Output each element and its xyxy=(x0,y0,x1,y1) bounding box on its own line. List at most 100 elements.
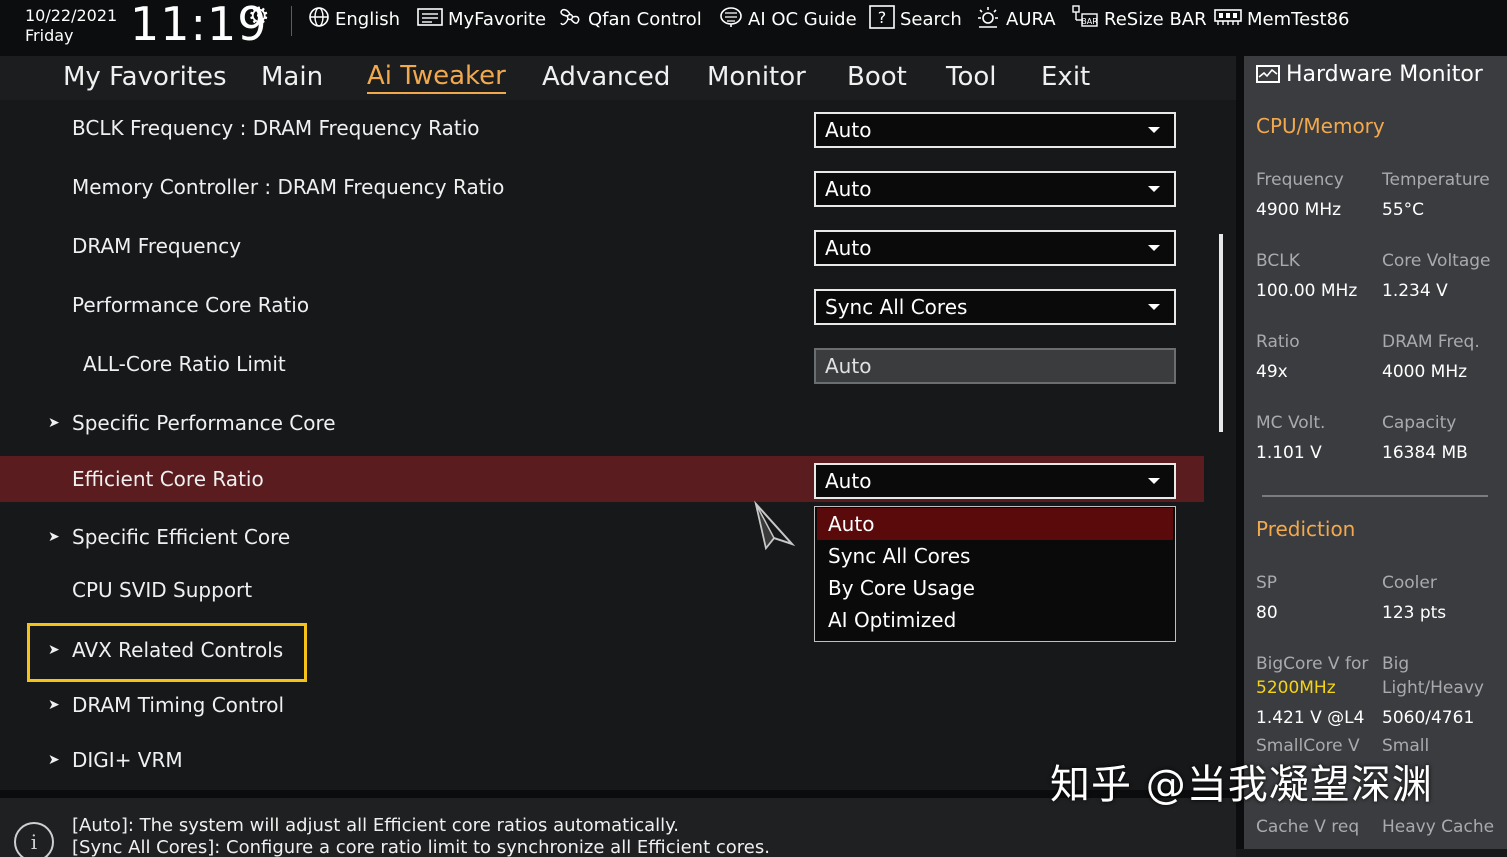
help-text-line: [Auto]: The system will adjust all Effic… xyxy=(72,815,679,836)
hw-value: 55°C xyxy=(1382,200,1425,220)
resize-bar-label: ReSize BAR xyxy=(1104,8,1207,30)
section-divider xyxy=(1262,495,1488,497)
dropdown-value: Auto xyxy=(825,118,872,142)
clock-time: 11:19 xyxy=(130,0,268,51)
setting-row-performance-core-ratio[interactable]: Performance Core Ratio Sync All Cores xyxy=(0,282,1204,328)
gear-icon[interactable]: ⚙ xyxy=(248,2,270,30)
field-value: Auto xyxy=(825,354,872,378)
hw-label: Frequency xyxy=(1256,170,1344,190)
search-label: Search xyxy=(900,8,962,30)
hw-highlight-value: 5200MHz xyxy=(1256,678,1336,698)
submenu-label: DIGI+ VRM xyxy=(72,748,183,772)
all-core-ratio-limit-field[interactable]: Auto xyxy=(814,348,1176,384)
ai-oc-guide-label: AI OC Guide xyxy=(748,8,857,30)
dropdown-option-auto[interactable]: Auto xyxy=(817,508,1173,540)
bclk-dram-ratio-dropdown[interactable]: Auto xyxy=(814,112,1176,148)
setting-row-dram-frequency[interactable]: DRAM Frequency Auto xyxy=(0,223,1204,269)
ai-brain-icon xyxy=(719,6,743,33)
qfan-control-button[interactable]: Qfan Control xyxy=(557,0,702,38)
language-button[interactable]: English xyxy=(308,0,400,38)
chevron-right-icon: ➤ xyxy=(48,752,60,768)
dropdown-value: Auto xyxy=(825,236,872,260)
dropdown-option-ai-optimized[interactable]: AI Optimized xyxy=(817,604,1173,636)
date-text: 10/22/2021 xyxy=(25,6,118,25)
hw-label: Ratio xyxy=(1256,332,1300,352)
chevron-down-icon xyxy=(1148,304,1160,310)
resize-bar-button[interactable]: BAR ReSize BAR xyxy=(1071,0,1207,38)
chevron-right-icon: ➤ xyxy=(48,529,60,545)
hw-value: 4900 MHz xyxy=(1256,200,1342,220)
tab-main[interactable]: Main xyxy=(261,60,323,94)
hw-value: 16384 MB xyxy=(1382,443,1468,463)
memtest-button[interactable]: MemTest86 xyxy=(1214,0,1350,38)
hardware-monitor-label: Hardware Monitor xyxy=(1286,62,1483,87)
hardware-monitor-title: Hardware Monitor xyxy=(1256,60,1483,90)
cpu-memory-section-title: CPU/Memory xyxy=(1256,114,1385,138)
submenu-label: Specific Performance Core xyxy=(72,411,336,435)
setting-label: ALL-Core Ratio Limit xyxy=(83,352,286,376)
aura-button[interactable]: AURA xyxy=(975,0,1056,38)
submenu-label: Specific Efficient Core xyxy=(72,525,291,549)
hw-value: 4000 MHz xyxy=(1382,362,1468,382)
hw-value: 1.421 V @L4 xyxy=(1256,708,1365,728)
efficient-core-ratio-options: Auto Sync All Cores By Core Usage AI Opt… xyxy=(814,506,1176,642)
tab-ai-tweaker[interactable]: Ai Tweaker xyxy=(367,60,506,94)
mouse-cursor-icon xyxy=(752,500,796,554)
tab-advanced[interactable]: Advanced xyxy=(542,60,670,94)
setting-label: CPU SVID Support xyxy=(72,578,253,602)
svg-text:?: ? xyxy=(878,8,887,27)
hw-value: 5060/4761 xyxy=(1382,708,1475,728)
search-button[interactable]: ? Search xyxy=(869,0,962,38)
hw-label: DRAM Freq. xyxy=(1382,332,1480,352)
hw-label: Heavy Cache xyxy=(1382,817,1495,837)
mc-dram-ratio-dropdown[interactable]: Auto xyxy=(814,171,1176,207)
dropdown-option-sync-all-cores[interactable]: Sync All Cores xyxy=(817,540,1173,572)
tab-tool[interactable]: Tool xyxy=(946,60,997,94)
performance-core-ratio-dropdown[interactable]: Sync All Cores xyxy=(814,289,1176,325)
aura-light-icon xyxy=(975,5,1001,34)
hw-value: 49x xyxy=(1256,362,1288,382)
setting-label: Performance Core Ratio xyxy=(72,293,310,317)
tab-boot[interactable]: Boot xyxy=(847,60,907,94)
hw-label: Temperature xyxy=(1382,170,1490,190)
chevron-down-icon xyxy=(1148,127,1160,133)
main-tab-bar: My Favorites Main Ai Tweaker Advanced Mo… xyxy=(0,56,1236,102)
monitor-icon xyxy=(1256,65,1280,83)
submenu-dram-timing-control[interactable]: ➤ DRAM Timing Control xyxy=(0,682,1204,728)
prediction-section-title: Prediction xyxy=(1256,517,1356,541)
myfavorite-button[interactable]: MyFavorite xyxy=(417,0,546,38)
dropdown-option-by-core-usage[interactable]: By Core Usage xyxy=(817,572,1173,604)
efficient-core-ratio-dropdown[interactable]: Auto xyxy=(814,463,1176,499)
chevron-right-icon: ➤ xyxy=(48,697,60,713)
dropdown-value: Auto xyxy=(825,177,872,201)
ai-oc-guide-button[interactable]: AI OC Guide xyxy=(719,0,857,38)
qfan-control-label: Qfan Control xyxy=(588,8,702,30)
setting-row-bclk-dram-ratio[interactable]: BCLK Frequency : DRAM Frequency Ratio Au… xyxy=(0,105,1204,151)
hw-value: 100.00 MHz xyxy=(1256,281,1358,301)
hw-label: Big xyxy=(1382,654,1410,674)
fan-icon xyxy=(557,4,583,35)
tab-monitor[interactable]: Monitor xyxy=(707,60,806,94)
info-icon: i xyxy=(14,822,54,857)
day-text: Friday xyxy=(25,26,74,45)
submenu-digi-vrm[interactable]: ➤ DIGI+ VRM xyxy=(0,737,1204,783)
panel-gap xyxy=(1236,56,1244,849)
hw-label: Capacity xyxy=(1382,413,1457,433)
hw-value: 1.234 V xyxy=(1382,281,1448,301)
tab-my-favorites[interactable]: My Favorites xyxy=(63,60,227,94)
setting-row-all-core-ratio-limit[interactable]: ALL-Core Ratio Limit Auto xyxy=(0,341,1204,387)
globe-icon xyxy=(308,6,330,33)
dram-frequency-dropdown[interactable]: Auto xyxy=(814,230,1176,266)
setting-row-efficient-core-ratio[interactable]: Efficient Core Ratio Auto xyxy=(0,456,1204,502)
hw-value: 80 xyxy=(1256,603,1278,623)
top-divider xyxy=(291,6,292,36)
submenu-specific-performance-core[interactable]: ➤ Specific Performance Core xyxy=(0,400,1204,446)
help-text-line: [Sync All Cores]: Configure a core ratio… xyxy=(72,837,770,857)
setting-row-mc-dram-ratio[interactable]: Memory Controller : DRAM Frequency Ratio… xyxy=(0,164,1204,210)
date-display: 10/22/2021 Friday xyxy=(25,6,117,46)
tab-exit[interactable]: Exit xyxy=(1041,60,1090,94)
settings-scrollbar[interactable] xyxy=(1219,234,1223,432)
hw-label: BCLK xyxy=(1256,251,1300,271)
hw-value: 1.101 V xyxy=(1256,443,1322,463)
settings-panel: BCLK Frequency : DRAM Frequency Ratio Au… xyxy=(0,100,1236,790)
